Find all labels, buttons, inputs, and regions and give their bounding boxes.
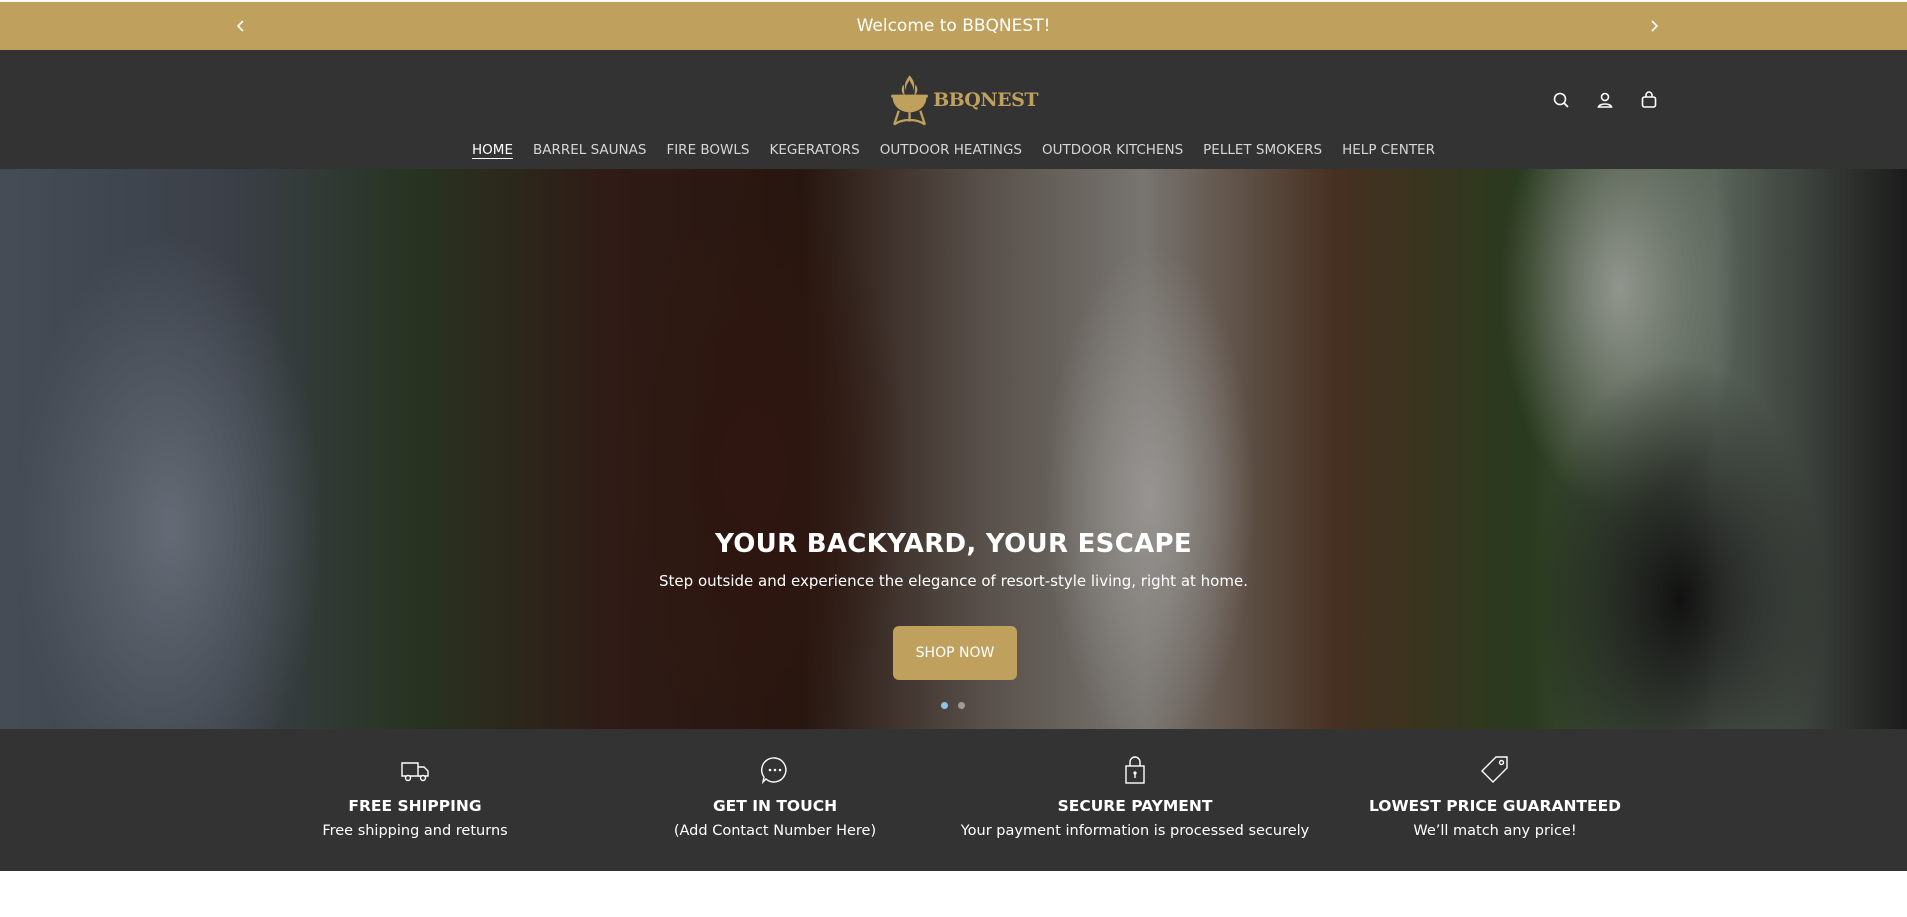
cart-icon[interactable] [1637, 88, 1661, 112]
slider-dot-2[interactable] [958, 702, 965, 709]
feature-lowest-price: LOWEST PRICE GUARANTEED We’ll match any … [1315, 729, 1675, 871]
grill-logo-icon [891, 75, 929, 126]
account-icon[interactable] [1593, 88, 1617, 112]
nav-item-barrel-saunas[interactable]: BARREL SAUNAS [533, 138, 646, 162]
feature-title: LOWEST PRICE GUARANTEED [1368, 797, 1622, 815]
tag-icon [1478, 753, 1512, 787]
features-bar: FREE SHIPPING Free shipping and returns … [0, 729, 1907, 871]
nav-item-fire-bowls[interactable]: FIRE BOWLS [666, 138, 749, 162]
hero-banner: YOUR BACKYARD, YOUR ESCAPE Step outside … [0, 169, 1907, 729]
feature-desc: Your payment information is processed se… [960, 823, 1310, 839]
chat-icon [758, 753, 792, 787]
feature-title: SECURE PAYMENT [1057, 797, 1213, 815]
hero-subtitle: Step outside and experience the elegance… [659, 572, 1248, 590]
logo[interactable]: BBQNEST [888, 60, 1038, 140]
shop-now-button[interactable]: SHOP NOW [893, 626, 1017, 680]
feature-title: FREE SHIPPING [348, 797, 482, 815]
nav-item-kegerators[interactable]: KEGERATORS [769, 138, 859, 162]
feature-desc: We’ll match any price! [1413, 823, 1577, 839]
chevron-right-icon[interactable] [1642, 14, 1666, 38]
hero-title: YOUR BACKYARD, YOUR ESCAPE [715, 529, 1192, 559]
nav-item-home[interactable]: HOME [472, 138, 513, 162]
slider-dots [941, 702, 965, 709]
feature-get-in-touch: GET IN TOUCH (Add Contact Number Here) [595, 729, 955, 871]
lock-icon [1118, 753, 1152, 787]
feature-desc: (Add Contact Number Here) [673, 823, 877, 839]
nav-item-help-center[interactable]: HELP CENTER [1342, 138, 1435, 162]
nav-item-pellet-smokers[interactable]: PELLET SMOKERS [1203, 138, 1322, 162]
feature-desc: Free shipping and returns [322, 823, 508, 839]
feature-free-shipping: FREE SHIPPING Free shipping and returns [235, 729, 595, 871]
nav-item-outdoor-heatings[interactable]: OUTDOOR HEATINGS [880, 138, 1022, 162]
truck-icon [398, 753, 432, 787]
search-icon[interactable] [1549, 88, 1573, 112]
brand-name: BBQNEST [933, 89, 1038, 111]
announcement-message: Welcome to BBQNEST! [856, 16, 1051, 36]
slider-dot-1[interactable] [941, 702, 948, 709]
feature-title: GET IN TOUCH [712, 797, 838, 815]
main-nav: HOME BARREL SAUNAS FIRE BOWLS KEGERATORS… [0, 138, 1907, 162]
feature-secure-payment: SECURE PAYMENT Your payment information … [955, 729, 1315, 871]
site-header: BBQNEST HOME BARREL SAUNAS FIRE BOWLS KE… [0, 50, 1907, 169]
announcement-bar: Welcome to BBQNEST! [0, 2, 1907, 50]
nav-item-outdoor-kitchens[interactable]: OUTDOOR KITCHENS [1042, 138, 1183, 162]
